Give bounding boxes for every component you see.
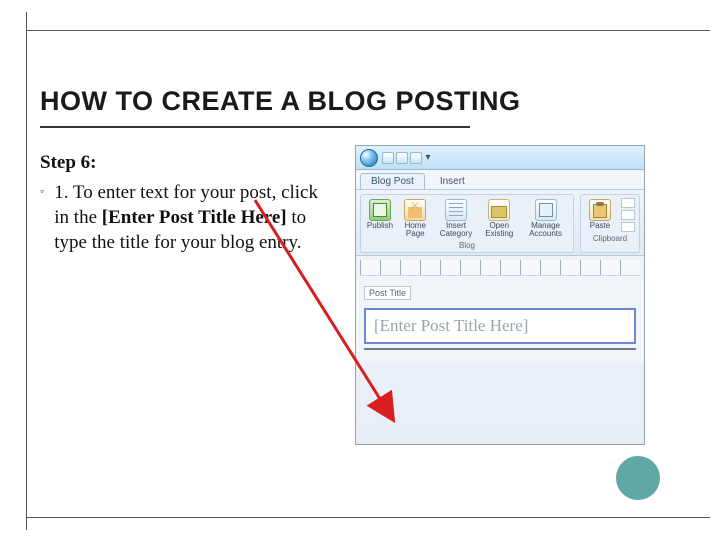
frame-line-bottom — [26, 517, 710, 518]
insert-category-icon — [445, 199, 467, 221]
frame-line-top — [26, 30, 710, 31]
qat-undo-icon[interactable] — [396, 152, 408, 164]
publish-icon — [369, 199, 391, 221]
open-existing-icon — [488, 199, 510, 221]
tab-blog-post[interactable]: Blog Post — [360, 173, 425, 189]
paste-icon — [589, 199, 611, 221]
ruler-ticks — [360, 260, 640, 275]
manage-accounts-icon — [535, 199, 557, 221]
clipboard-small-buttons — [621, 198, 635, 232]
group-blog-caption: Blog — [365, 241, 569, 250]
home-label: Home Page — [401, 222, 430, 238]
home-icon — [404, 199, 426, 221]
bullet-icon: ◦ — [40, 180, 44, 202]
ribbon-group-clipboard: Paste Clipboard — [580, 194, 640, 253]
window-titlebar: ▾ — [356, 146, 644, 170]
paste-button[interactable]: Paste — [585, 198, 615, 232]
tab-insert[interactable]: Insert — [429, 173, 476, 189]
post-title-input[interactable]: [Enter Post Title Here] — [364, 308, 636, 344]
document-area: Post Title [Enter Post Title Here] — [356, 276, 644, 364]
title-underline — [40, 126, 470, 128]
insert-category-label: Insert Category — [438, 222, 475, 238]
insert-category-button[interactable]: Insert Category — [436, 198, 477, 239]
slide-title: HOW TO CREATE A BLOG POSTING — [40, 86, 680, 117]
format-painter-icon[interactable] — [621, 222, 635, 232]
home-page-button[interactable]: Home Page — [399, 198, 432, 239]
manage-accounts-button[interactable]: Manage Accounts — [522, 198, 569, 239]
word-screenshot: ▾ Blog Post Insert Publish Home Page Ins… — [355, 145, 645, 445]
quick-access-toolbar: ▾ — [382, 152, 432, 164]
bullet-text: 1. To enter text for your post, click in… — [54, 180, 330, 255]
frame-line-left — [26, 12, 27, 530]
ribbon-tabs: Blog Post Insert — [356, 170, 644, 190]
manage-accounts-label: Manage Accounts — [524, 222, 567, 238]
qat-dropdown-icon[interactable]: ▾ — [424, 152, 432, 164]
post-title-underline — [364, 348, 636, 350]
ribbon: Publish Home Page Insert Category Open E… — [356, 190, 644, 256]
group-clipboard-caption: Clipboard — [585, 234, 635, 243]
office-orb-icon[interactable] — [360, 149, 378, 167]
copy-icon[interactable] — [621, 210, 635, 220]
post-title-field-label: Post Title — [364, 286, 411, 300]
qat-save-icon[interactable] — [382, 152, 394, 164]
instruction-bullet: ◦ 1. To enter text for your post, click … — [40, 180, 330, 255]
qat-redo-icon[interactable] — [410, 152, 422, 164]
publish-button[interactable]: Publish — [365, 198, 395, 239]
step-label: Step 6: — [40, 152, 96, 174]
publish-label: Publish — [367, 222, 393, 230]
open-existing-button[interactable]: Open Existing — [480, 198, 518, 239]
horizontal-ruler — [360, 260, 640, 276]
paste-label: Paste — [590, 222, 610, 230]
cut-icon[interactable] — [621, 198, 635, 208]
bullet-bold: [Enter Post Title Here] — [102, 207, 287, 228]
open-existing-label: Open Existing — [482, 222, 516, 238]
ribbon-group-blog: Publish Home Page Insert Category Open E… — [360, 194, 574, 253]
corner-circle — [616, 456, 660, 500]
